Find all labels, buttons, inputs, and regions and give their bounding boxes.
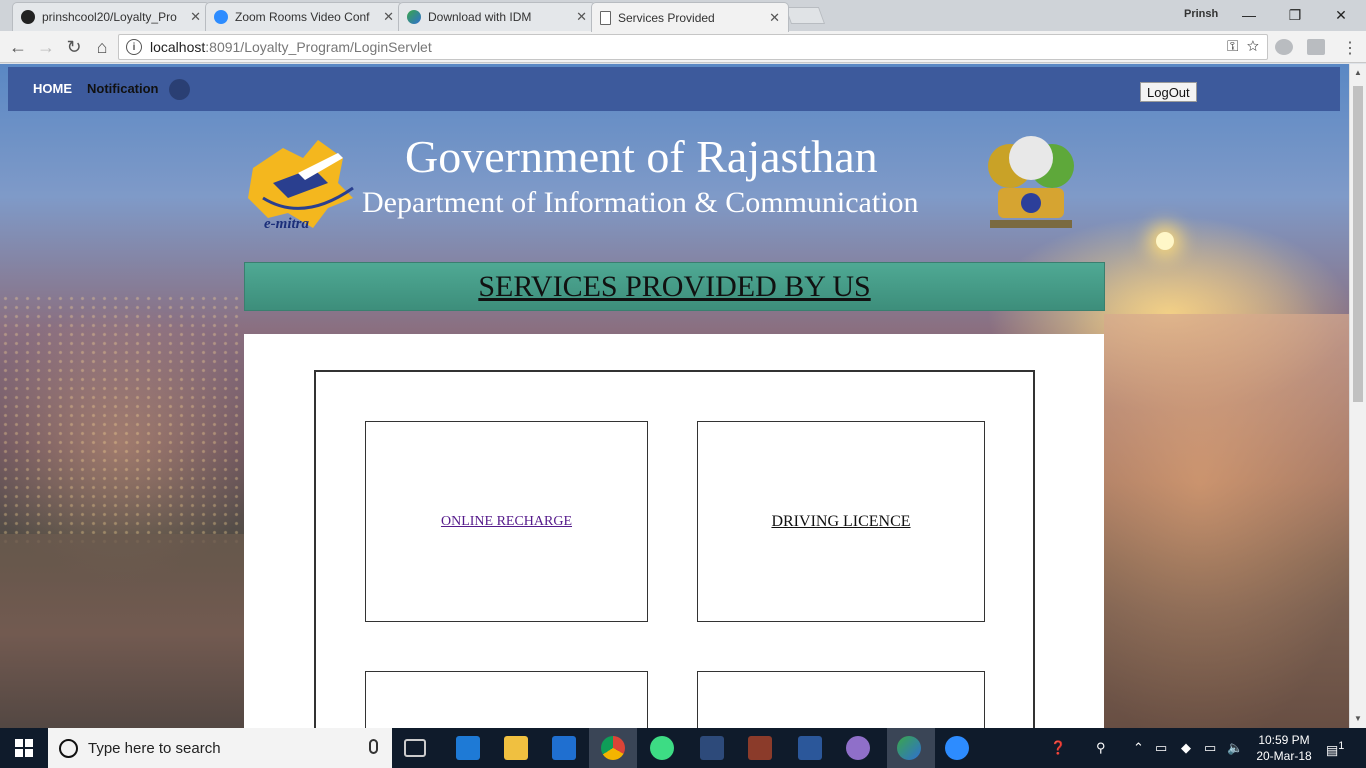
online-recharge-link[interactable]: ONLINE RECHARGE — [441, 514, 572, 530]
document-icon — [600, 10, 611, 25]
show-hidden-icons-icon[interactable]: ⌃ — [1133, 740, 1144, 756]
services-panel: ONLINE RECHARGE DRIVING LICENCE — [244, 334, 1104, 728]
chrome-icon[interactable] — [601, 736, 625, 760]
battery-icon[interactable]: ▭ — [1204, 740, 1216, 756]
tab-zoom[interactable]: Zoom Rooms Video Conf ✕ — [205, 2, 403, 31]
android-studio-icon[interactable] — [650, 736, 674, 760]
windows-start-button[interactable] — [0, 728, 48, 768]
service-card[interactable] — [697, 671, 985, 728]
service-card-driving-licence[interactable]: DRIVING LICENCE — [697, 421, 985, 622]
windows-taskbar: Type here to search ❓ ⚲ ⌃ ▭ ◆ ▭ 🔈 10:59 … — [0, 728, 1366, 768]
address-bar[interactable]: i localhost:8091/Loyalty_Program/LoginSe… — [118, 34, 1268, 60]
close-icon[interactable]: ✕ — [190, 9, 201, 25]
tab-label: Zoom Rooms Video Conf — [235, 10, 370, 24]
reload-icon[interactable]: ↻ — [62, 36, 86, 58]
services-heading: SERVICES PROVIDED BY US — [478, 269, 871, 303]
bookmark-star-icon[interactable]: ☆ — [1247, 38, 1259, 55]
network-icon[interactable]: ▭ — [1155, 740, 1167, 756]
services-banner: SERVICES PROVIDED BY US — [244, 262, 1105, 311]
page-title: Government of Rajasthan — [405, 131, 878, 182]
zoom-icon — [214, 10, 228, 24]
word-icon[interactable] — [798, 736, 822, 760]
people-icon[interactable]: ⚲ — [1096, 740, 1106, 756]
clock-time: 10:59 PM — [1258, 733, 1310, 747]
services-frame: ONLINE RECHARGE DRIVING LICENCE — [314, 370, 1035, 728]
info-icon[interactable]: i — [126, 39, 142, 55]
back-icon[interactable]: ← — [6, 36, 30, 58]
task-view-icon[interactable] — [404, 739, 426, 757]
close-icon[interactable]: ✕ — [576, 9, 587, 25]
restore-icon[interactable]: ❐ — [1272, 3, 1318, 27]
scroll-up-icon[interactable]: ▲ — [1354, 68, 1362, 77]
volume-icon[interactable]: 🔈 — [1227, 740, 1243, 756]
extension-icon[interactable] — [1307, 39, 1325, 55]
help-icon[interactable]: ❓ — [1050, 740, 1066, 756]
nav-home-link[interactable]: HOME — [33, 81, 72, 96]
zoom-taskbar-icon[interactable] — [945, 736, 969, 760]
service-card-online-recharge[interactable]: ONLINE RECHARGE — [365, 421, 648, 622]
taskbar-clock[interactable]: 10:59 PM 20-Mar-18 — [1254, 732, 1314, 764]
browser-tab-strip: prinshcool20/Loyalty_Pro ✕ Zoom Rooms Vi… — [0, 0, 1366, 32]
key-star-icons: ⚿ ☆ — [1227, 38, 1259, 55]
tab-label: prinshcool20/Loyalty_Pro — [42, 10, 177, 24]
github-icon — [21, 10, 35, 24]
home-icon[interactable]: ⌂ — [90, 36, 114, 58]
new-tab-button[interactable] — [784, 7, 826, 24]
tab-label: Download with IDM — [428, 10, 532, 24]
notification-badge[interactable] — [169, 79, 190, 100]
clock-date: 20-Mar-18 — [1256, 749, 1312, 763]
dropbox-icon[interactable]: ◆ — [1181, 740, 1191, 756]
window-close-icon[interactable]: ✕ — [1318, 3, 1364, 27]
idm-taskbar-icon[interactable] — [897, 736, 921, 760]
browser-toolbar: ← → ↻ ⌂ i localhost:8091/Loyalty_Program… — [0, 31, 1366, 63]
scrollbar-thumb[interactable] — [1353, 86, 1363, 402]
taskbar-search-box[interactable]: Type here to search — [48, 728, 392, 768]
microphone-icon[interactable] — [369, 739, 378, 754]
key-icon[interactable]: ⚿ — [1227, 38, 1238, 55]
netbeans-icon[interactable] — [748, 736, 772, 760]
scroll-down-icon[interactable]: ▼ — [1354, 714, 1362, 723]
address-path: :8091/Loyalty_Program/LoginServlet — [205, 39, 432, 55]
profile-name[interactable]: Prinsh — [1184, 8, 1218, 20]
logout-button[interactable]: LogOut — [1140, 82, 1197, 102]
windows-logo-icon — [15, 739, 33, 757]
store-icon[interactable] — [552, 736, 576, 760]
action-center-icon[interactable]: ▤1 — [1326, 740, 1344, 758]
menu-icon[interactable]: ⋮ — [1342, 38, 1358, 58]
background-fort — [1104, 314, 1349, 728]
national-emblem-icon — [988, 136, 1074, 228]
extension-icon[interactable] — [1275, 39, 1293, 55]
close-icon[interactable]: ✕ — [383, 9, 394, 25]
address-host: localhost — [150, 39, 206, 55]
mysql-workbench-icon[interactable] — [700, 736, 724, 760]
nav-notification-link[interactable]: Notification — [87, 81, 159, 96]
service-card[interactable] — [365, 671, 648, 728]
close-icon[interactable]: ✕ — [769, 10, 780, 26]
top-navigation-bar: HOME Notification LogOut — [8, 67, 1340, 111]
file-explorer-icon[interactable] — [504, 736, 528, 760]
minimize-icon[interactable]: — — [1226, 3, 1272, 27]
edge-icon[interactable] — [456, 736, 480, 760]
page-subtitle: Department of Information & Communicatio… — [362, 186, 919, 219]
cortana-icon — [59, 738, 78, 758]
tab-idm[interactable]: Download with IDM ✕ — [398, 2, 596, 31]
idm-icon — [407, 10, 421, 24]
page-scrollbar[interactable]: ▲ ▼ — [1349, 64, 1366, 728]
tab-services-provided[interactable]: Services Provided ✕ — [591, 2, 789, 32]
forward-icon[interactable]: → — [34, 36, 58, 58]
tab-github[interactable]: prinshcool20/Loyalty_Pro ✕ — [12, 2, 210, 31]
taskbar-search-placeholder: Type here to search — [88, 739, 221, 757]
page-viewport: HOME Notification LogOut e-mitra Governm… — [0, 64, 1349, 728]
notification-count: 1 — [1338, 740, 1345, 752]
background-city — [0, 294, 244, 544]
background-hill — [0, 534, 244, 728]
driving-licence-link[interactable]: DRIVING LICENCE — [771, 513, 910, 531]
emitra-logo-text: e-mitra — [264, 216, 309, 232]
tab-label: Services Provided — [618, 10, 715, 25]
app-icon[interactable] — [846, 736, 870, 760]
page-header: e-mitra Government of Rajasthan Departme… — [0, 124, 1349, 254]
